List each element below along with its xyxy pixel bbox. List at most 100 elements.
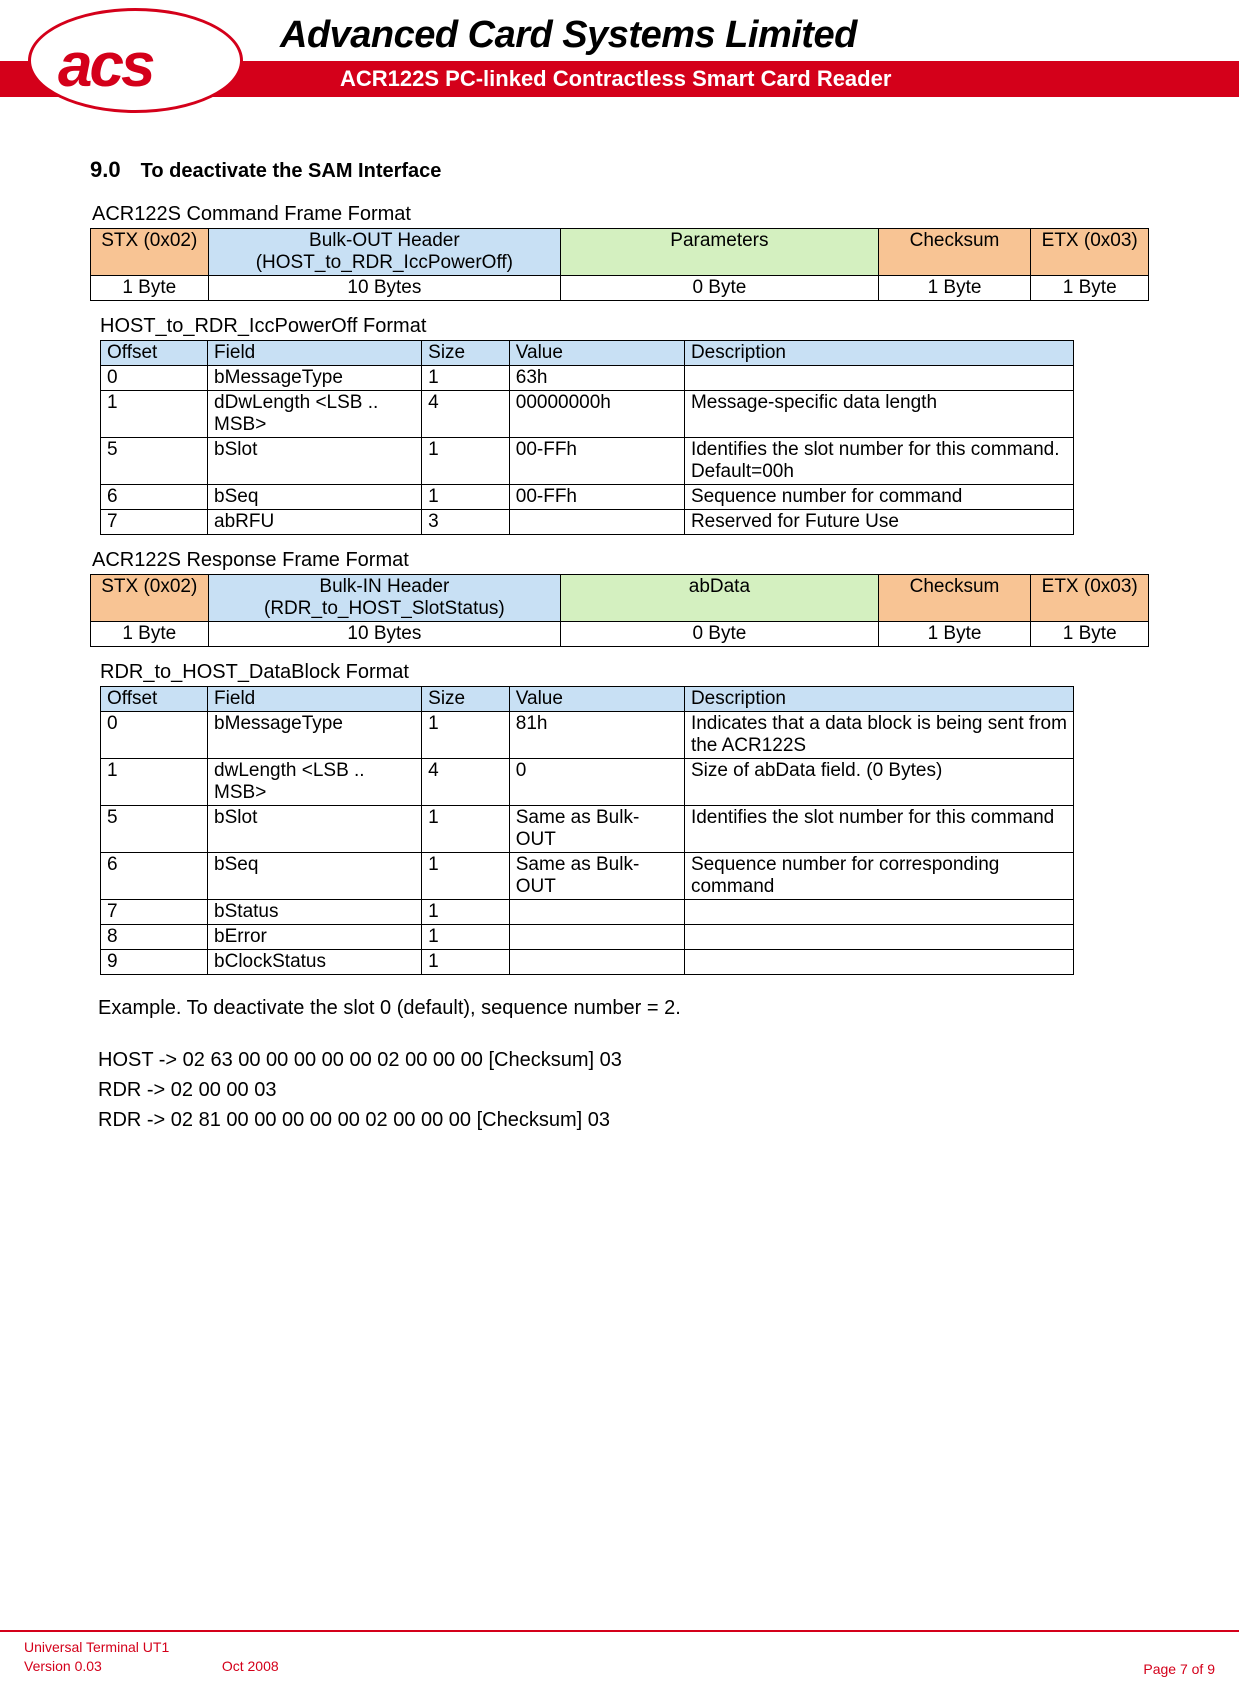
- cell: Sequence number for command: [684, 485, 1073, 510]
- cell: 0: [509, 759, 684, 806]
- table-row: 1dDwLength <LSB .. MSB>400000000hMessage…: [101, 391, 1074, 438]
- cell: 1: [422, 853, 510, 900]
- cell: 1 Byte: [1031, 622, 1149, 647]
- table-row: 6bSeq100-FFhSequence number for command: [101, 485, 1074, 510]
- cell: 3: [422, 510, 510, 535]
- table-row: 5bSlot100-FFhIdentifies the slot number …: [101, 438, 1074, 485]
- section-heading: 9.0 To deactivate the SAM Interface: [90, 157, 1149, 183]
- cell: Value: [509, 687, 684, 712]
- cell: 1: [422, 366, 510, 391]
- cell: 6: [101, 485, 208, 510]
- cell: 81h: [509, 712, 684, 759]
- poweroff-format-table: Offset Field Size Value Description 0bMe…: [100, 340, 1074, 535]
- cell: 0: [101, 366, 208, 391]
- cell: Field: [208, 341, 422, 366]
- footer-page: Page 7 of 9: [1143, 1661, 1215, 1677]
- table-row: 8bError1: [101, 925, 1074, 950]
- cell: 00-FFh: [509, 485, 684, 510]
- cell: abRFU: [208, 510, 422, 535]
- table-row: Offset Field Size Value Description: [101, 341, 1074, 366]
- table-row: 0bMessageType163h: [101, 366, 1074, 391]
- cell: 1: [422, 950, 510, 975]
- cell: bSeq: [208, 853, 422, 900]
- cell: STX (0x02): [91, 575, 209, 622]
- footer-left: Universal Terminal UT1 Version 0.03 Oct …: [24, 1638, 279, 1677]
- table-row: STX (0x02) Bulk-IN Header (RDR_to_HOST_S…: [91, 575, 1149, 622]
- cell: bSlot: [208, 806, 422, 853]
- cell: 6: [101, 853, 208, 900]
- example-line: RDR -> 02 00 00 03: [98, 1075, 1149, 1105]
- cell: Description: [684, 687, 1073, 712]
- page-header: Advanced Card Systems Limited ACR122S PC…: [0, 0, 1239, 97]
- cell: 1 Byte: [91, 622, 209, 647]
- cell: 1: [101, 759, 208, 806]
- datablock-format-table: Offset Field Size Value Description 0bMe…: [100, 686, 1074, 975]
- cell: 63h: [509, 366, 684, 391]
- cell: 10 Bytes: [208, 276, 561, 301]
- cell: Value: [509, 341, 684, 366]
- cell: Field: [208, 687, 422, 712]
- table-row: 9bClockStatus1: [101, 950, 1074, 975]
- cell: bClockStatus: [208, 950, 422, 975]
- table-row: 7bStatus1: [101, 900, 1074, 925]
- cell: 1: [422, 485, 510, 510]
- section-number: 9.0: [90, 157, 121, 183]
- example-intro: Example. To deactivate the slot 0 (defau…: [98, 993, 1149, 1023]
- cell: 0 Byte: [561, 276, 878, 301]
- footer-version: Version 0.03: [24, 1657, 102, 1677]
- cell: Checksum: [878, 575, 1031, 622]
- cell: Parameters: [561, 229, 878, 276]
- cell: 7: [101, 900, 208, 925]
- cell: 0: [101, 712, 208, 759]
- table2-caption: HOST_to_RDR_IccPowerOff Format: [100, 315, 1149, 338]
- cell: 5: [101, 806, 208, 853]
- cell: 00-FFh: [509, 438, 684, 485]
- cell: 1: [422, 806, 510, 853]
- cell: 5: [101, 438, 208, 485]
- table1-caption: ACR122S Command Frame Format: [92, 203, 1149, 226]
- cell: Reserved for Future Use: [684, 510, 1073, 535]
- table-row: 1 Byte 10 Bytes 0 Byte 1 Byte 1 Byte: [91, 622, 1149, 647]
- cell: 1: [101, 391, 208, 438]
- example-block: Example. To deactivate the slot 0 (defau…: [98, 993, 1149, 1135]
- cell: [684, 366, 1073, 391]
- cell: 1: [422, 925, 510, 950]
- cell: Offset: [101, 341, 208, 366]
- cell: Indicates that a data block is being sen…: [684, 712, 1073, 759]
- cell: Identifies the slot number for this comm…: [684, 438, 1073, 485]
- cell: Sequence number for corresponding comman…: [684, 853, 1073, 900]
- table-row: 5bSlot1Same as Bulk-OUTIdentifies the sl…: [101, 806, 1074, 853]
- cell: [684, 950, 1073, 975]
- table-row: 1 Byte 10 Bytes 0 Byte 1 Byte 1 Byte: [91, 276, 1149, 301]
- cell: 4: [422, 759, 510, 806]
- cell: [509, 950, 684, 975]
- cell: Bulk-OUT Header (HOST_to_RDR_IccPowerOff…: [208, 229, 561, 276]
- cell: dDwLength <LSB .. MSB>: [208, 391, 422, 438]
- cell: 9: [101, 950, 208, 975]
- cell: Message-specific data length: [684, 391, 1073, 438]
- cell: Same as Bulk-OUT: [509, 806, 684, 853]
- cell: 8: [101, 925, 208, 950]
- cell: ETX (0x03): [1031, 229, 1149, 276]
- page-footer: Universal Terminal UT1 Version 0.03 Oct …: [0, 1630, 1239, 1687]
- cell: 1 Byte: [1031, 276, 1149, 301]
- cell: 4: [422, 391, 510, 438]
- cell: bStatus: [208, 900, 422, 925]
- cell: 7: [101, 510, 208, 535]
- cell: 1: [422, 438, 510, 485]
- logo-text: acs: [58, 30, 152, 101]
- cell: bSeq: [208, 485, 422, 510]
- table-row: 6bSeq1Same as Bulk-OUTSequence number fo…: [101, 853, 1074, 900]
- cell: bSlot: [208, 438, 422, 485]
- main-content: 9.0 To deactivate the SAM Interface ACR1…: [0, 97, 1239, 1175]
- footer-title: Universal Terminal UT1: [24, 1638, 279, 1658]
- cell: 1 Byte: [878, 276, 1031, 301]
- table4-caption: RDR_to_HOST_DataBlock Format: [100, 661, 1149, 684]
- cell: [509, 510, 684, 535]
- cell: bError: [208, 925, 422, 950]
- cell: 10 Bytes: [208, 622, 561, 647]
- command-frame-table: STX (0x02) Bulk-OUT Header (HOST_to_RDR_…: [90, 228, 1149, 301]
- cell: 0 Byte: [561, 622, 878, 647]
- cell: [509, 925, 684, 950]
- footer-date: Oct 2008: [222, 1657, 279, 1677]
